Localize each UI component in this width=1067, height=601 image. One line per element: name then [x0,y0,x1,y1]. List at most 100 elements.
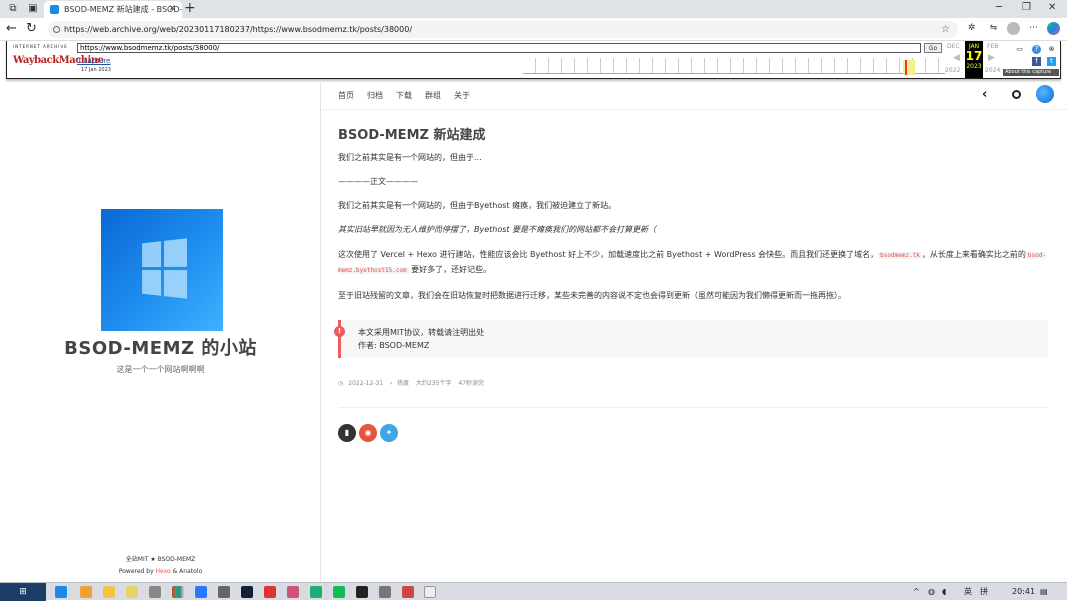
current-capture-date: JAN 17 2023 [965,41,983,78]
notes-icon[interactable] [126,586,138,598]
about-capture-button[interactable]: About this capture [1003,69,1059,76]
windows-logo-icon [142,238,188,300]
ime-indicator[interactable]: 拼 [980,586,988,598]
back-chevron-icon[interactable]: ‹ [982,87,987,102]
split-screen-icon[interactable]: ⇋ [987,22,1000,35]
text-span: 这次使用了 Vercel + Hexo 进行建站，性能应该会比 Byethost… [338,250,879,259]
prev-year[interactable]: 2022 [945,67,960,74]
help-icon[interactable]: ? [1032,45,1041,54]
twitter-share-icon[interactable]: ✦ [380,424,398,442]
more-menu-icon[interactable]: ⋯ [1027,22,1040,35]
exclamation-icon: ! [334,326,345,337]
divider [338,407,1048,408]
post-paragraph: 我们之前其实是有一个网站的，但由于Byethost 瘫痪，我们被迫建立了新站。 [338,201,617,210]
top-nav: 首页 归档 下载 群组 关于 ‹ [322,82,1067,110]
wayback-go-button[interactable]: Go [924,43,942,53]
read-time: 47秒读完 [458,380,484,387]
post: BSOD-MEMZ 新站建成 我们之前其实是有一个网站的，但由于... ————… [334,124,1048,442]
capture-timeline[interactable] [523,58,945,74]
post-meta: ◷ 2022-12-31 ⸗ 热度 大约235个字 47秒读完 [338,378,489,387]
search-app-icon[interactable] [80,586,92,598]
post-divider: ————正文———— [338,177,418,186]
next-capture-arrow-icon[interactable]: ▶ [988,53,995,63]
gmail-icon[interactable] [424,586,436,598]
account-icon[interactable]: ▭ [1015,45,1024,54]
domain-code: bsodmemz.tk [878,252,922,259]
close-toolbar-icon[interactable]: ⊗ [1047,45,1056,54]
address-bar: ← ↻ https://web.archive.org/web/20230117… [0,18,1067,41]
new-tab-button[interactable]: + [184,0,196,17]
site-subtitle: 这是一个一个网站啊啊啊 [116,365,205,374]
file-explorer-icon[interactable] [103,586,115,598]
app-icon[interactable] [287,586,299,598]
nav-item-download[interactable]: 下载 [396,90,412,101]
notification-icon[interactable]: ▤ [1040,586,1048,598]
site-title[interactable]: BSOD-MEMZ 的小站 [0,334,321,360]
nav-item-about[interactable]: 关于 [454,90,470,101]
browser-tab-bar: ⧉ ▣ BSOD-MEMZ 新站建成 - BSOD-M ✕ + ─ ❐ ✕ [0,0,1067,18]
terminal-icon[interactable] [241,586,253,598]
weibo-share-icon[interactable]: ◉ [359,424,377,442]
prev-capture-arrow-icon[interactable]: ◀ [953,53,960,63]
twitter-share-icon[interactable]: t [1047,57,1056,66]
wayback-logo[interactable]: WaybackMachine [13,50,104,72]
word-count: 大约235个字 [415,380,452,387]
tray-expand-icon[interactable]: ^ [913,586,920,598]
nav-item-archive[interactable]: 归档 [367,90,383,101]
profile-avatar[interactable] [1007,22,1020,35]
wayback-toolbar: INTERNET ARCHIVE WaybackMachine https://… [6,41,1061,79]
url-input[interactable]: https://web.archive.org/web/202301171802… [48,21,958,38]
post-title: BSOD-MEMZ 新站建成 [338,128,486,143]
app-icon[interactable] [264,586,276,598]
color-app-icon[interactable] [172,586,184,598]
app-icon[interactable] [379,586,391,598]
copilot-icon[interactable] [1047,22,1060,35]
tab-close-icon[interactable]: ✕ [168,1,176,18]
nav-item-group[interactable]: 群组 [425,90,441,101]
extension-icon[interactable]: ✲ [965,22,978,35]
workspaces-icon[interactable]: ⧉ [7,3,19,15]
facebook-share-icon[interactable]: f [1032,57,1041,66]
clock[interactable]: 20:41 [1012,586,1035,598]
maximize-icon[interactable]: ❐ [1022,2,1031,13]
site-info-icon[interactable] [53,26,60,33]
app-icon[interactable] [310,586,322,598]
minimize-icon[interactable]: ─ [996,2,1002,13]
favorite-star-icon[interactable]: ☆ [941,21,950,38]
app-icon[interactable] [356,586,368,598]
nav-avatar[interactable] [1036,85,1054,103]
browser-tab[interactable]: BSOD-MEMZ 新站建成 - BSOD-M ✕ [44,1,182,18]
start-button[interactable]: ⊞ [0,583,46,601]
tab-actions-icon[interactable]: ▣ [27,3,39,15]
hexo-link[interactable]: Hexo [156,568,171,575]
captures-link[interactable]: 1 capture [77,57,110,65]
refresh-icon[interactable]: ↻ [26,21,37,37]
post-heat[interactable]: 热度 [397,380,409,387]
tag-icon: ⸗ [390,380,393,387]
next-month[interactable]: FEB [987,43,998,50]
post-paragraph-domains: 这次使用了 Vercel + Hexo 进行建站，性能应该会比 Byethost… [338,248,1048,278]
window-close-icon[interactable]: ✕ [1048,2,1056,13]
edge-icon[interactable] [55,586,67,598]
post-paragraph: 至于旧站残留的文章，我们会在旧站恢复时把数据进行迁移，某些未完善的内容说不定也会… [338,291,846,300]
app-icon[interactable] [149,586,161,598]
input-language[interactable]: 英 [964,586,972,598]
speaker-icon[interactable]: ◖ [942,586,946,598]
next-year[interactable]: 2024 [985,67,1000,74]
wayback-url-input[interactable]: https://www.bsodmemz.tk/posts/38000/ [77,43,921,53]
prev-month[interactable]: DEC [947,43,960,50]
bookmark-share-icon[interactable]: ▮ [338,424,356,442]
current-year: 2023 [966,63,982,70]
vscode-icon[interactable] [195,586,207,598]
back-arrow-icon[interactable]: ← [6,21,17,37]
theme-text: & Anatolo [170,568,203,575]
network-icon[interactable]: ◍ [928,586,935,598]
timeline-capture-marker[interactable] [905,60,907,75]
search-icon[interactable] [1012,90,1021,99]
app-icon[interactable] [218,586,230,598]
site-avatar[interactable] [101,209,223,331]
app-icon[interactable] [402,586,414,598]
post-date: 2022-12-31 [348,380,384,387]
nav-item-home[interactable]: 首页 [338,90,354,101]
app-icon[interactable] [333,586,345,598]
